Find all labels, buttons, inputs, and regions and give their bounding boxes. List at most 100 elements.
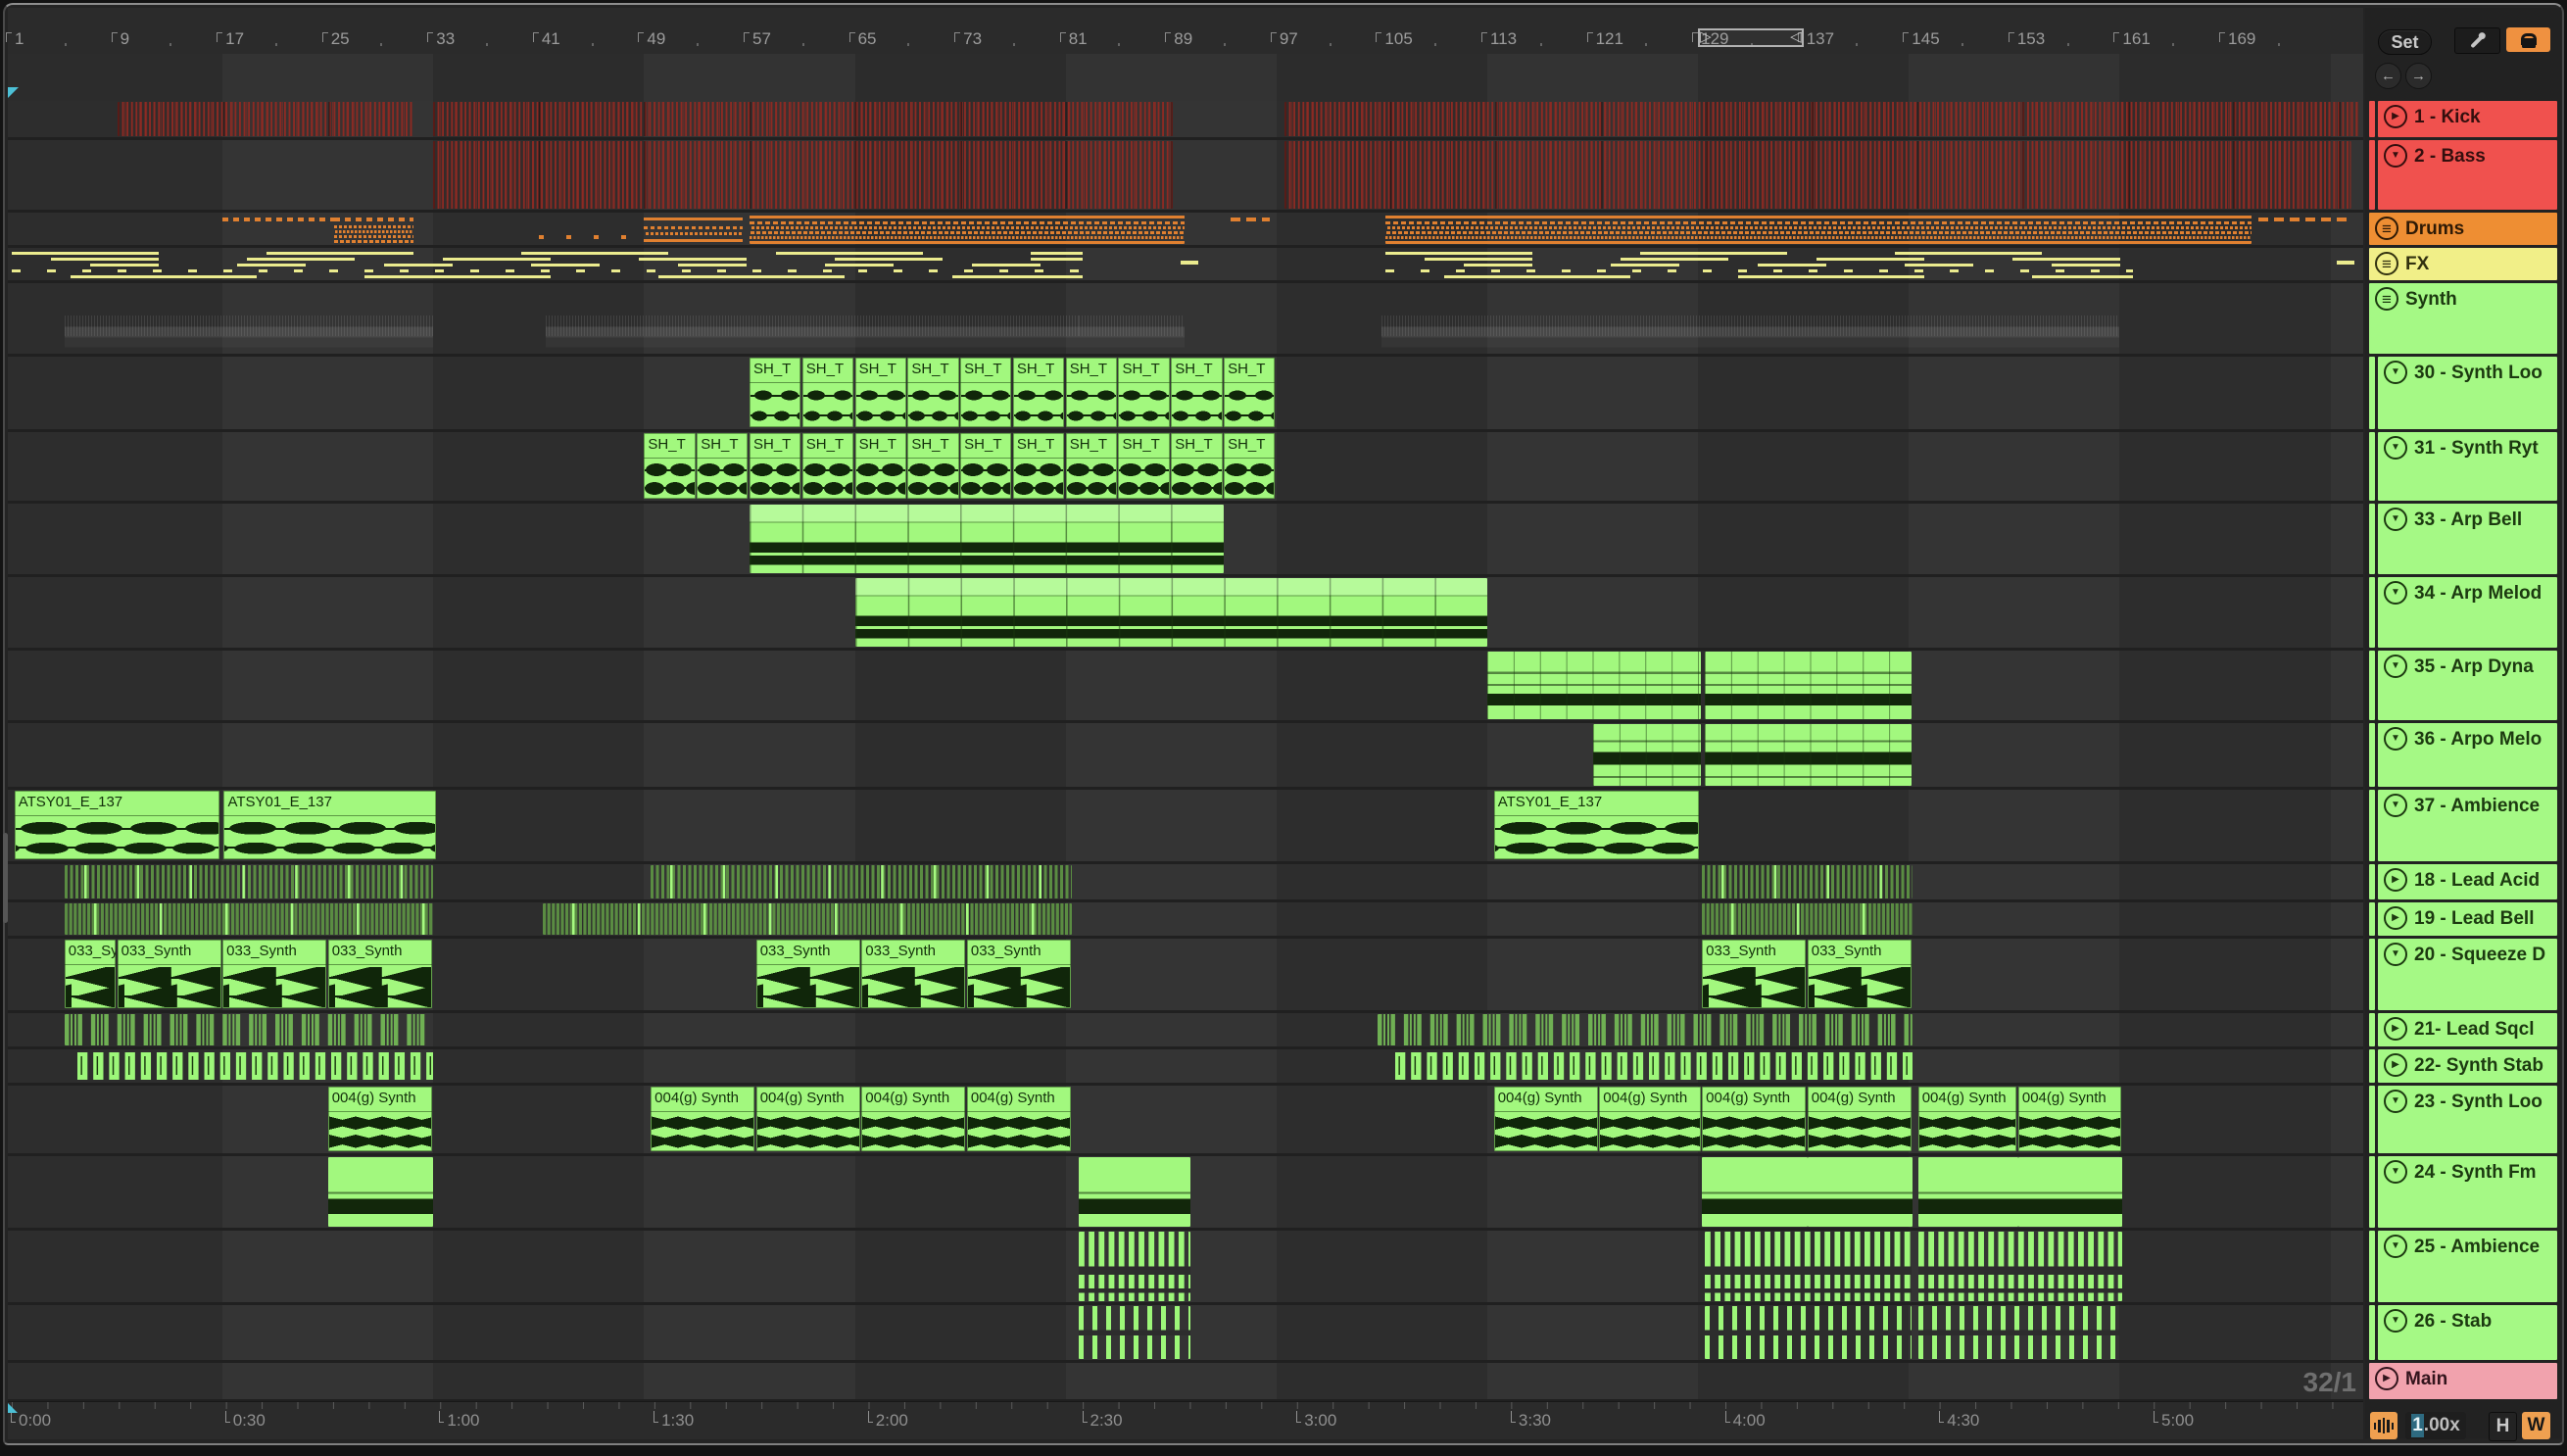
clip-sh-t[interactable]: SH_T bbox=[1224, 358, 1276, 427]
fold-icon[interactable]: ▼ bbox=[2384, 508, 2407, 531]
lock-envelopes-button[interactable] bbox=[2506, 27, 2550, 52]
clip-pattern-redticks[interactable] bbox=[117, 102, 412, 136]
clip-sh-t[interactable]: SH_T bbox=[644, 433, 696, 499]
fold-icon[interactable]: ▼ bbox=[2384, 436, 2407, 460]
clip-sh-t[interactable]: SH_T bbox=[1065, 433, 1117, 499]
track-header-20-squeeze-d[interactable]: ▼ 20 - Squeeze D bbox=[2378, 939, 2557, 1010]
audition-mode-button[interactable] bbox=[2370, 1412, 2397, 1439]
clip-sh-t[interactable]: SH_T bbox=[854, 358, 906, 427]
clip-pattern-band2[interactable] bbox=[2017, 1157, 2123, 1227]
vertical-scrollbar[interactable] bbox=[3, 833, 8, 923]
track-header-19-lead-bell[interactable]: ▶ 19 - Lead Bell bbox=[2378, 902, 2557, 936]
clip-sh-t[interactable]: SH_T bbox=[854, 433, 906, 499]
clip-sh-t[interactable]: SH_T bbox=[1118, 433, 1170, 499]
clip-sh-t[interactable]: SH_T bbox=[1012, 358, 1065, 427]
clip-sh-t[interactable]: SH_T bbox=[907, 433, 959, 499]
fold-icon[interactable]: ▼ bbox=[2384, 794, 2407, 817]
clip-pattern-band2[interactable] bbox=[1079, 1157, 1191, 1227]
play-icon[interactable]: ▶ bbox=[2384, 1053, 2407, 1077]
track-header-36-arpo-melo[interactable]: ▼ 36 - Arpo Melo bbox=[2378, 723, 2557, 787]
clip-pattern-stripesb[interactable] bbox=[64, 903, 434, 935]
clip-pattern-sparsestripes[interactable] bbox=[1917, 1306, 2123, 1359]
clip-004-g-synth[interactable]: 004(g) Synth bbox=[1599, 1087, 1701, 1151]
clip-pattern-ghost[interactable] bbox=[1381, 284, 2120, 353]
fold-icon[interactable]: ▼ bbox=[2384, 1090, 2407, 1113]
track-header-22-synth-stab[interactable]: ▶ 22- Synth Stab bbox=[2378, 1049, 2557, 1083]
clip-pattern-tallstripes[interactable] bbox=[1917, 1232, 2123, 1301]
width-zoom-button[interactable]: W bbox=[2522, 1412, 2550, 1439]
clip-pattern-fxa[interactable] bbox=[12, 249, 1084, 279]
clip-sh-t[interactable]: SH_T bbox=[1224, 433, 1276, 499]
track-header-1-kick[interactable]: ▶ 1 - Kick bbox=[2378, 101, 2557, 137]
clip-atsy01-e-137[interactable]: ATSY01_E_137 bbox=[14, 791, 220, 859]
play-icon[interactable]: ▶ bbox=[2384, 1017, 2407, 1041]
clip-004-g-synth[interactable]: 004(g) Synth bbox=[2017, 1087, 2121, 1151]
play-icon[interactable]: ▶ bbox=[2384, 906, 2407, 930]
clip-sh-t[interactable]: SH_T bbox=[749, 358, 801, 427]
clip-pattern-fxdash[interactable] bbox=[2337, 249, 2360, 279]
clip-pattern-fxdash[interactable] bbox=[1180, 249, 1204, 279]
track-header-24-synth-fm[interactable]: ▼ 24 - Synth Fm bbox=[2378, 1156, 2557, 1228]
fold-icon[interactable]: ▼ bbox=[2384, 943, 2407, 966]
clip-pattern-bands[interactable] bbox=[854, 578, 1487, 647]
clip-pattern-sparsestripes[interactable] bbox=[1704, 1306, 1912, 1359]
clip-pattern-ghost[interactable] bbox=[1079, 284, 1185, 353]
track-header-34-arp-melod[interactable]: ▼ 34 - Arp Melod bbox=[2378, 577, 2557, 648]
track-header-26-stab[interactable]: ▼ 26 - Stab bbox=[2378, 1305, 2557, 1360]
clip-004-g-synth[interactable]: 004(g) Synth bbox=[1917, 1087, 2017, 1151]
fold-icon[interactable]: ▼ bbox=[2384, 1235, 2407, 1258]
clip-sh-t[interactable]: SH_T bbox=[1171, 433, 1223, 499]
clip-pattern-band2[interactable] bbox=[327, 1157, 434, 1227]
track-header-35-arp-dyna[interactable]: ▼ 35 - Arp Dyna bbox=[2378, 651, 2557, 720]
height-zoom-button[interactable]: H bbox=[2489, 1412, 2517, 1441]
lane-36-arpo-melo[interactable] bbox=[8, 723, 2363, 787]
clip-033-synth[interactable]: 033_Synth bbox=[222, 940, 327, 1008]
fold-icon[interactable]: ▼ bbox=[2384, 1160, 2407, 1184]
clip-004-g-synth[interactable]: 004(g) Synth bbox=[651, 1087, 755, 1151]
clip-pattern-stripesa[interactable] bbox=[64, 865, 434, 898]
play-icon[interactable]: ▶ bbox=[2384, 868, 2407, 892]
group-icon[interactable]: ≡ bbox=[2375, 217, 2398, 240]
lane-35-arp-dyna[interactable] bbox=[8, 651, 2363, 720]
clip-pattern-stripesb[interactable] bbox=[1702, 903, 1913, 935]
group-icon[interactable]: ≡ bbox=[2375, 287, 2398, 311]
clip-pattern-tallstripes[interactable] bbox=[1079, 1232, 1191, 1301]
clip-pattern-tallstripes[interactable] bbox=[1704, 1232, 1912, 1301]
fold-icon[interactable]: ▼ bbox=[2384, 581, 2407, 605]
track-header-fx[interactable]: ≡ FX bbox=[2369, 248, 2557, 280]
clip-pattern-vbars[interactable] bbox=[64, 1014, 434, 1045]
clip-pattern-redticks[interactable] bbox=[1284, 102, 2360, 136]
insert-marker-icon[interactable] bbox=[8, 87, 19, 98]
clip-033-synth[interactable]: 033_Synth bbox=[327, 940, 432, 1008]
clip-004-g-synth[interactable]: 004(g) Synth bbox=[966, 1087, 1071, 1151]
track-header-synth[interactable]: ≡ Synth bbox=[2369, 283, 2557, 354]
clip-033-synth[interactable]: 033_Synth bbox=[64, 940, 117, 1008]
clip-sh-t[interactable]: SH_T bbox=[1171, 358, 1223, 427]
clip-pattern-redticks[interactable] bbox=[433, 102, 1173, 136]
clip-004-g-synth[interactable]: 004(g) Synth bbox=[1493, 1087, 1598, 1151]
track-header-25-ambience[interactable]: ▼ 25 - Ambience bbox=[2378, 1231, 2557, 1302]
clip-pattern-redticks[interactable] bbox=[433, 141, 1173, 209]
fold-icon[interactable]: ▼ bbox=[2384, 727, 2407, 751]
clip-004-g-synth[interactable]: 004(g) Synth bbox=[1702, 1087, 1807, 1151]
clip-pattern-drumc[interactable] bbox=[644, 214, 744, 244]
clip-pattern-stripesb[interactable] bbox=[542, 903, 1073, 935]
clip-pattern-druma2[interactable] bbox=[334, 214, 414, 244]
playback-speed-display[interactable]: 1.00x bbox=[2405, 1412, 2466, 1439]
clip-pattern-sparsestripes[interactable] bbox=[1079, 1306, 1191, 1359]
clip-004-g-synth[interactable]: 004(g) Synth bbox=[755, 1087, 860, 1151]
play-icon[interactable]: ▶ bbox=[2384, 105, 2407, 128]
clip-pattern-bands[interactable] bbox=[749, 505, 1225, 573]
clip-pattern-stripesa[interactable] bbox=[651, 865, 1073, 898]
clip-pattern-vbars[interactable] bbox=[1378, 1014, 1913, 1045]
clip-pattern-drumd[interactable] bbox=[749, 214, 1185, 244]
clip-atsy01-e-137[interactable]: ATSY01_E_137 bbox=[1493, 791, 1700, 859]
clip-sh-t[interactable]: SH_T bbox=[801, 358, 854, 427]
clip-004-g-synth[interactable]: 004(g) Synth bbox=[861, 1087, 966, 1151]
clip-sh-t[interactable]: SH_T bbox=[960, 358, 1012, 427]
draw-mode-button[interactable] bbox=[2454, 27, 2500, 54]
clip-sh-t[interactable]: SH_T bbox=[1118, 358, 1170, 427]
clip-pattern-grid2[interactable] bbox=[1704, 724, 1912, 786]
clip-pattern-band2[interactable] bbox=[1917, 1157, 2018, 1227]
clip-pattern-ghost[interactable] bbox=[545, 284, 1080, 353]
